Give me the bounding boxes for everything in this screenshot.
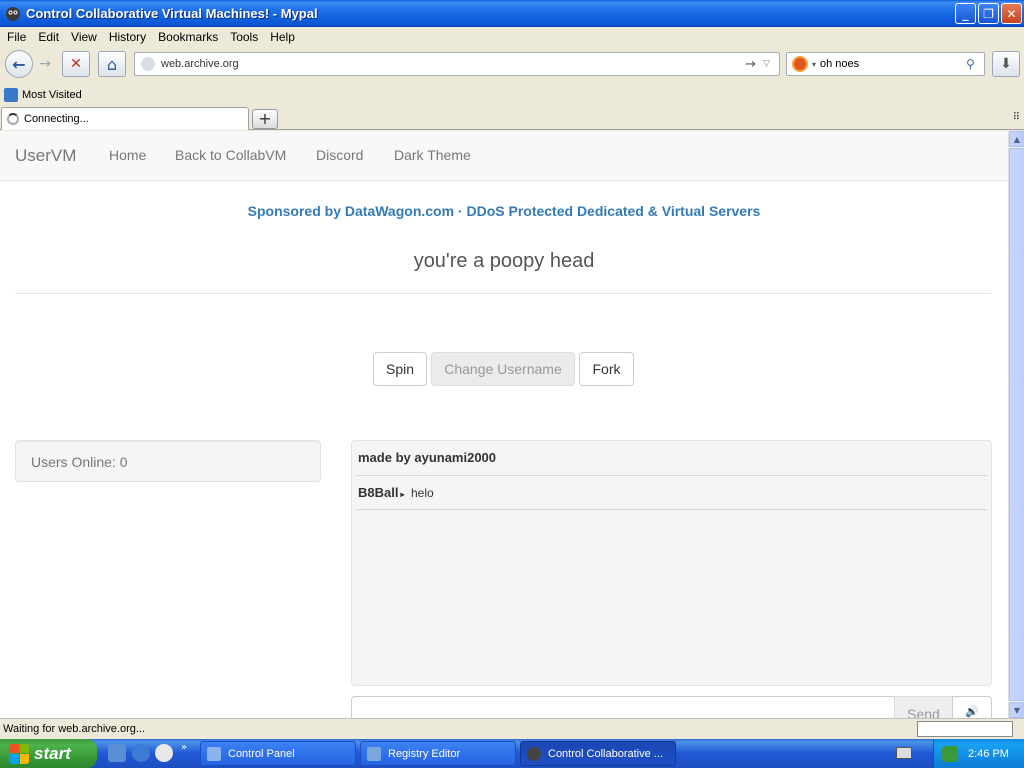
stop-icon: ✕ <box>70 56 82 72</box>
change-username-button[interactable]: Change Username <box>431 352 575 386</box>
menu-bar: File Edit View History Bookmarks Tools H… <box>0 27 1024 46</box>
volume-icon: 🔊 <box>965 705 979 718</box>
site-brand[interactable]: UserVM <box>15 146 76 166</box>
url-dropdown-icon[interactable]: ▽ <box>763 59 779 69</box>
web-content: UserVM Home Back to CollabVM Discord Dar… <box>0 131 1008 718</box>
chat-input[interactable] <box>351 696 895 718</box>
clock[interactable]: 2:46 PM <box>968 748 1009 760</box>
menu-view[interactable]: View <box>65 30 103 44</box>
quicklaunch-media-player-icon[interactable] <box>155 744 173 762</box>
taskbar: start » Control Panel Registry Editor Co… <box>0 739 1024 768</box>
scroll-down-button[interactable]: ▼ <box>1009 702 1024 718</box>
vertical-scrollbar[interactable]: ▲ ▼ <box>1008 131 1024 718</box>
control-panel-icon <box>207 746 221 761</box>
forward-button[interactable]: → <box>34 51 56 77</box>
network-icon[interactable] <box>942 745 958 762</box>
menu-edit[interactable]: Edit <box>32 30 65 44</box>
navigation-toolbar: ← → ✕ ⌂ → ▽ ▾ ⚲ ⬇ <box>0 46 1024 83</box>
menu-help[interactable]: Help <box>264 30 301 44</box>
chat-arrow-icon: ▸ <box>400 490 405 499</box>
chat-username-text: B8Ball <box>358 485 399 500</box>
tab-list-icon[interactable]: ⠿ <box>1013 112 1020 123</box>
menu-tools[interactable]: Tools <box>224 30 264 44</box>
windows-logo-icon <box>9 743 29 764</box>
task-registry-editor[interactable]: Registry Editor <box>360 741 516 766</box>
loading-spinner-icon <box>7 113 19 125</box>
quicklaunch-show-desktop-icon[interactable] <box>108 744 126 762</box>
task-label: Registry Editor <box>388 747 461 760</box>
home-icon: ⌂ <box>106 54 118 74</box>
mypal-app-icon <box>6 6 20 21</box>
start-button[interactable]: start <box>0 739 97 768</box>
close-button[interactable]: ✕ <box>1001 3 1022 24</box>
home-button[interactable]: ⌂ <box>98 51 126 77</box>
window-title: Control Collaborative Virtual Machines! … <box>26 6 318 21</box>
chat-username[interactable]: B8Ball ▸ <box>358 485 404 500</box>
menu-history[interactable]: History <box>103 30 152 44</box>
users-online-count: Users Online: 0 <box>31 454 128 470</box>
message-of-the-day: you're a poopy head <box>413 250 595 272</box>
scroll-thumb[interactable] <box>1009 148 1024 701</box>
stop-button[interactable]: ✕ <box>62 51 90 77</box>
sponsor-link[interactable]: Sponsored by DataWagon.com · DDoS Protec… <box>0 203 1008 219</box>
volume-button[interactable]: 🔊 <box>952 696 992 718</box>
chat-message-row: B8Ball ▸ helo <box>357 476 987 510</box>
tab-active[interactable]: Connecting... <box>1 107 249 130</box>
site-navbar: UserVM Home Back to CollabVM Discord Dar… <box>0 131 1008 181</box>
task-label: Control Panel <box>228 747 295 760</box>
nav-link-home[interactable]: Home <box>109 147 146 163</box>
keyboard-layout-icon[interactable] <box>896 747 912 759</box>
nav-link-discord[interactable]: Discord <box>316 147 363 163</box>
search-icon[interactable]: ⚲ <box>966 57 984 71</box>
window-title-bar[interactable]: Control Collaborative Virtual Machines! … <box>0 0 1024 27</box>
mypal-task-icon <box>527 746 541 761</box>
status-bar: Waiting for web.archive.org... <box>0 718 1024 739</box>
search-bar[interactable]: ▾ ⚲ <box>786 52 985 76</box>
send-button[interactable]: Send <box>894 696 953 718</box>
site-identity-icon[interactable] <box>141 57 155 71</box>
task-mypal-browser[interactable]: Control Collaborative ... <box>520 741 676 766</box>
chat-panel[interactable]: made by ayunami2000 B8Ball ▸ helo <box>351 440 992 686</box>
search-input[interactable] <box>820 58 966 70</box>
chat-header: made by ayunami2000 <box>358 450 497 465</box>
most-visited-icon <box>4 88 18 102</box>
downloads-button[interactable]: ⬇ <box>992 51 1020 77</box>
task-control-panel[interactable]: Control Panel <box>200 741 356 766</box>
back-arrow-icon: ← <box>12 54 26 74</box>
search-engine-icon[interactable] <box>792 56 808 72</box>
system-tray: 2:46 PM <box>933 739 1024 768</box>
back-button[interactable]: ← <box>5 50 33 78</box>
menu-bookmarks[interactable]: Bookmarks <box>152 30 224 44</box>
status-text: Waiting for web.archive.org... <box>3 723 146 735</box>
users-online-panel: Users Online: 0 <box>15 440 321 482</box>
quicklaunch-overflow-icon[interactable]: » <box>181 742 187 753</box>
tab-strip: Connecting... + ⠿ <box>0 106 1024 130</box>
url-input[interactable] <box>161 58 745 70</box>
forward-arrow-icon: → <box>39 56 51 72</box>
nav-link-dark-theme[interactable]: Dark Theme <box>394 147 471 163</box>
nav-link-back-to-collabvm[interactable]: Back to CollabVM <box>175 147 286 163</box>
chat-header-row: made by ayunami2000 <box>357 441 987 476</box>
minimize-button[interactable]: _ <box>955 3 976 24</box>
scroll-up-button[interactable]: ▲ <box>1009 131 1024 147</box>
maximize-button[interactable]: ❐ <box>978 3 999 24</box>
address-bar[interactable]: → ▽ <box>134 52 780 76</box>
divider <box>15 293 991 294</box>
start-label: start <box>34 743 71 763</box>
bookmarks-toolbar: Most Visited <box>0 85 1024 105</box>
download-icon: ⬇ <box>1000 56 1012 72</box>
tab-label: Connecting... <box>24 113 89 125</box>
chat-message-text: helo <box>411 486 434 500</box>
spin-button[interactable]: Spin <box>373 352 427 386</box>
task-label: Control Collaborative ... <box>548 747 663 760</box>
menu-file[interactable]: File <box>1 30 32 44</box>
go-arrow-icon[interactable]: → <box>745 57 763 72</box>
quicklaunch-internet-explorer-icon[interactable] <box>132 744 150 762</box>
fork-button[interactable]: Fork <box>579 352 634 386</box>
registry-editor-icon <box>367 746 381 761</box>
new-tab-button[interactable]: + <box>252 109 278 129</box>
bookmark-most-visited[interactable]: Most Visited <box>22 89 82 101</box>
status-progress-box <box>917 721 1013 737</box>
search-engine-dropdown-icon[interactable]: ▾ <box>812 60 816 69</box>
